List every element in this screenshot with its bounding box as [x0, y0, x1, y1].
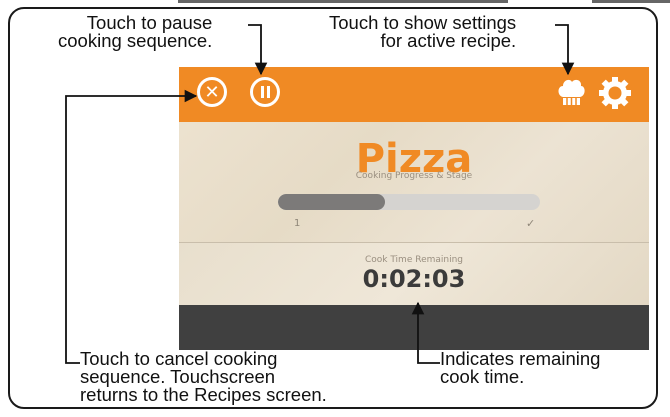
pause-leader [248, 24, 268, 76]
callout-leaders [65, 24, 575, 364]
cancel-leader [65, 89, 198, 364]
settings-leader [555, 24, 575, 76]
time-leader [411, 301, 440, 364]
